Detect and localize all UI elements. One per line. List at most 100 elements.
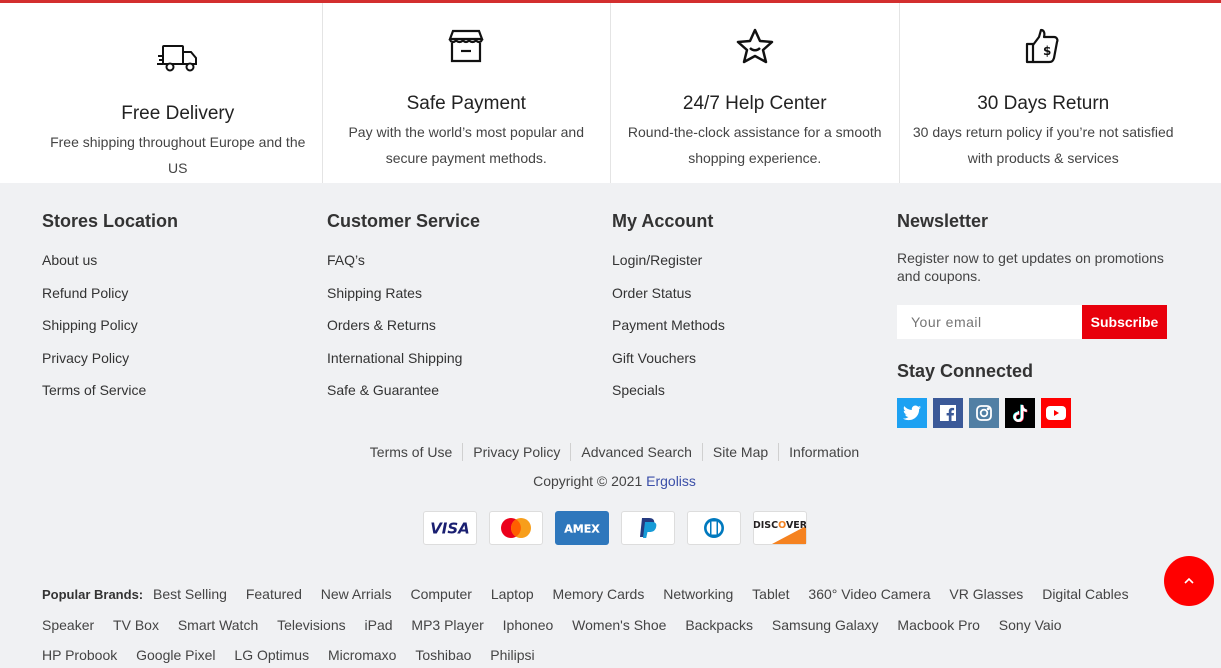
feature-free-delivery: Free Delivery Free shipping throughout E… (34, 3, 322, 183)
footer-col-stores: Stores Location About us Refund Policy S… (42, 211, 327, 428)
paypal-icon (620, 511, 675, 545)
payment-methods: VISA AMEX DISCOVER (0, 511, 1221, 545)
email-field[interactable] (897, 305, 1082, 339)
brand-link[interactable]: Toshibao (415, 640, 471, 668)
brand-link[interactable]: TV Box (113, 610, 159, 640)
footer-columns: Stores Location About us Refund Policy S… (42, 211, 1182, 428)
column-title: My Account (612, 211, 714, 231)
brand-link[interactable]: Networking (663, 579, 733, 609)
brand-link[interactable]: Smart Watch (178, 610, 258, 640)
feature-safe-payment: Safe Payment Pay with the world’s most p… (321, 3, 611, 183)
bottom-link[interactable]: Terms of Use (360, 443, 462, 461)
brand-link[interactable]: Featured (246, 579, 302, 609)
feature-title: 24/7 Help Center (682, 93, 827, 114)
visa-icon: VISA (422, 511, 477, 545)
brand-link[interactable]: Iphoneo (503, 610, 554, 640)
diners-club-icon (686, 511, 741, 545)
footer-link[interactable]: Privacy Policy (42, 348, 327, 381)
facebook-icon[interactable] (933, 398, 963, 428)
feature-desc: Pay with the world’s most popular and se… (348, 124, 585, 166)
twitter-icon[interactable] (897, 398, 927, 428)
footer-col-my-account: My Account Login/Register Order Status P… (612, 211, 897, 428)
copyright-brand-link[interactable]: Ergoliss (646, 473, 696, 489)
footer-link[interactable]: FAQ’s (327, 250, 612, 283)
stay-connected-title: Stay Connected (897, 361, 1034, 381)
truck-icon (34, 37, 322, 79)
footer-link[interactable]: About us (42, 250, 327, 283)
feature-title: Free Delivery (121, 103, 235, 124)
feature-30-days-return: $ 30 Days Return 30 days return policy i… (898, 3, 1188, 183)
brand-link[interactable]: New Arrials (321, 579, 392, 609)
scroll-to-top-button[interactable] (1164, 556, 1214, 606)
social-links (897, 398, 1182, 428)
svg-text:DISCOVER: DISCOVER (754, 520, 806, 531)
brand-link[interactable]: Micromaxo (328, 640, 396, 668)
site-footer: Stores Location About us Refund Policy S… (0, 183, 1221, 668)
feature-desc: Round-the-clock assistance for a smooth … (627, 124, 882, 166)
bottom-link[interactable]: Information (778, 443, 869, 461)
footer-link[interactable]: International Shipping (327, 348, 612, 381)
subscribe-button[interactable]: Subscribe (1082, 305, 1167, 339)
footer-link[interactable]: Specials (612, 380, 897, 413)
youtube-icon[interactable] (1041, 398, 1071, 428)
chevron-up-icon (1183, 572, 1195, 590)
feature-title: 30 Days Return (977, 93, 1110, 114)
popular-brands-label: Popular Brands: (42, 587, 144, 602)
footer-link[interactable]: Shipping Policy (42, 315, 327, 348)
star-icon (611, 25, 899, 67)
footer-col-customer-service: Customer Service FAQ’s Shipping Rates Or… (327, 211, 612, 428)
bottom-link[interactable]: Privacy Policy (462, 443, 570, 461)
column-title: Customer Service (327, 211, 481, 231)
store-icon (323, 25, 611, 67)
footer-link[interactable]: Safe & Guarantee (327, 380, 612, 413)
discover-icon: DISCOVER (752, 511, 807, 545)
feature-title: Safe Payment (406, 93, 526, 114)
column-title: Stores Location (42, 211, 179, 231)
mastercard-icon (488, 511, 543, 545)
brand-link[interactable]: Memory Cards (553, 579, 645, 609)
footer-link[interactable]: Terms of Service (42, 380, 327, 413)
bottom-link[interactable]: Site Map (701, 443, 778, 461)
brand-link[interactable]: HP Probook (42, 640, 117, 668)
footer-col-newsletter: Newsletter Register now to get updates o… (897, 211, 1182, 428)
footer-link[interactable]: Login/Register (612, 250, 897, 283)
brand-link[interactable]: Speaker (42, 610, 94, 640)
footer-link[interactable]: Orders & Returns (327, 315, 612, 348)
bottom-link[interactable]: Advanced Search (570, 443, 702, 461)
copyright: Copyright © 2021 Ergoliss (0, 473, 1221, 489)
brand-link[interactable]: Philipsi (490, 640, 534, 668)
brand-link[interactable]: Computer (410, 579, 471, 609)
brand-link[interactable]: Samsung Galaxy (772, 610, 879, 640)
newsletter-form: Subscribe (897, 305, 1167, 339)
brand-link[interactable]: Televisions (277, 610, 345, 640)
footer-link[interactable]: Payment Methods (612, 315, 897, 348)
brand-link[interactable]: Google Pixel (136, 640, 215, 668)
thumbs-up-dollar-icon: $ (900, 25, 1188, 67)
footer-link[interactable]: Gift Vouchers (612, 348, 897, 381)
brand-link[interactable]: iPad (365, 610, 393, 640)
newsletter-title: Newsletter (897, 211, 989, 231)
tiktok-icon[interactable] (1005, 398, 1035, 428)
brand-link[interactable]: MP3 Player (411, 610, 483, 640)
features-bar: Free Delivery Free shipping throughout E… (0, 3, 1221, 183)
brand-link[interactable]: Tablet (752, 579, 789, 609)
instagram-icon[interactable] (969, 398, 999, 428)
brand-link[interactable]: LG Optimus (234, 640, 309, 668)
brand-link[interactable]: VR Glasses (949, 579, 1023, 609)
feature-desc: Free shipping throughout Europe and the … (50, 134, 306, 176)
brand-link[interactable]: Best Selling (153, 579, 227, 609)
brand-link[interactable]: Women's Shoe (572, 610, 666, 640)
brand-link[interactable]: 360° Video Camera (808, 579, 930, 609)
svg-text:VISA: VISA (430, 520, 470, 536)
svg-text:$: $ (1043, 44, 1051, 58)
footer-link[interactable]: Shipping Rates (327, 283, 612, 316)
feature-help-center: 24/7 Help Center Round-the-clock assista… (610, 3, 899, 183)
footer-link[interactable]: Order Status (612, 283, 897, 316)
footer-link[interactable]: Refund Policy (42, 283, 327, 316)
brand-link[interactable]: Laptop (491, 579, 534, 609)
bottom-links: Terms of Use Privacy Policy Advanced Sea… (0, 443, 1221, 461)
brand-link[interactable]: Macbook Pro (897, 610, 979, 640)
brand-link[interactable]: Backpacks (685, 610, 753, 640)
brand-link[interactable]: Sony Vaio (999, 610, 1062, 640)
brand-link[interactable]: Digital Cables (1042, 579, 1128, 609)
